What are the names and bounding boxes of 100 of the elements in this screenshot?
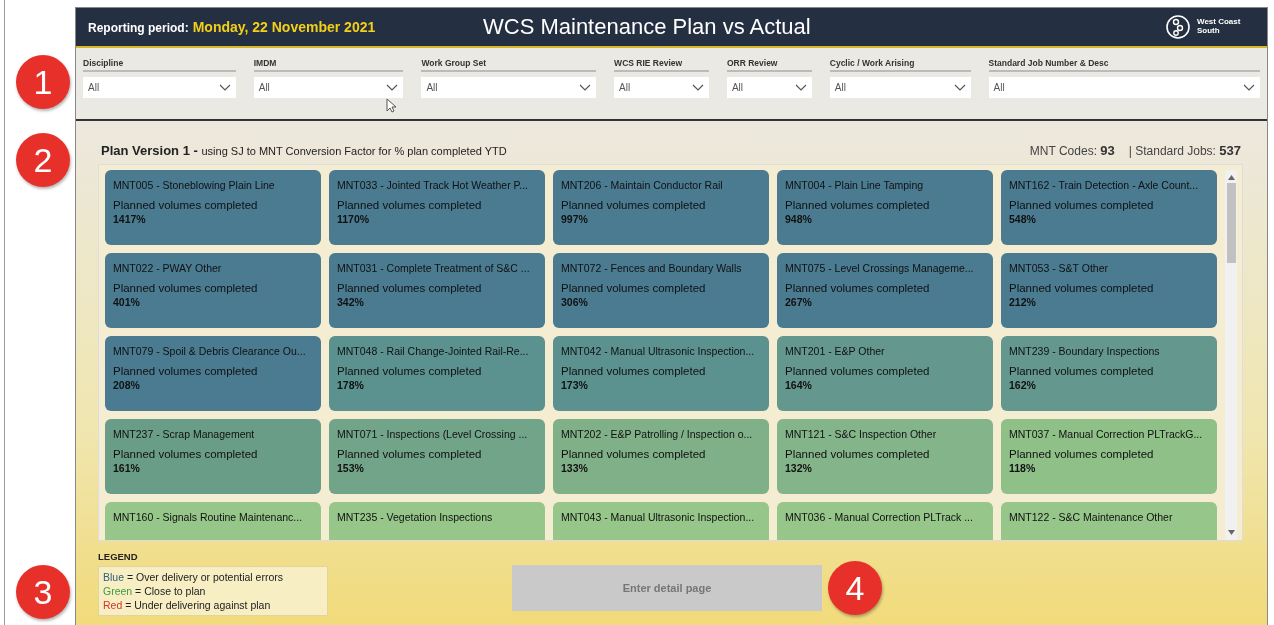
maintenance-tile[interactable]: MNT043 - Manual Ultrasonic Inspection... — [553, 502, 769, 540]
scrollbar-thumb[interactable] — [1226, 183, 1236, 263]
tile-label: Planned volumes completed — [785, 199, 931, 211]
tile-title: MNT162 - Train Detection - Axle Count... — [1009, 179, 1200, 191]
tile-label: Planned volumes completed — [561, 199, 707, 211]
tile-label: Planned volumes completed — [113, 365, 259, 377]
maintenance-tile[interactable]: MNT075 - Level Crossings Manageme... Planned volumes completed 267% — [777, 253, 993, 328]
tile-title: MNT160 - Signals Routine Maintenanc... — [113, 511, 304, 523]
tile-title: MNT036 - Manual Correction PLTrack ... — [785, 511, 974, 523]
scrollbar[interactable] — [1225, 170, 1237, 540]
maintenance-tile[interactable]: MNT004 - Plain Line Tamping Planned volumes completed 948% — [777, 170, 993, 245]
tile-title: MNT121 - S&C Inspection Other — [785, 428, 938, 440]
tile-label: Planned volumes completed — [337, 199, 483, 211]
maintenance-tile[interactable]: MNT031 - Complete Treatment of S&C ... Planned volumes completed 342% — [329, 253, 545, 328]
chevron-down-icon — [386, 84, 399, 91]
tile-label: Planned volumes completed — [785, 365, 931, 377]
maintenance-tile[interactable]: MNT033 - Jointed Track Hot Weather P... Planned volumes completed 1170% — [329, 170, 545, 245]
chevron-down-icon — [1243, 84, 1255, 91]
tile-label: Planned volumes completed — [113, 282, 259, 294]
tile-label: Planned volumes completed — [1009, 365, 1155, 377]
filter-dropdown[interactable]: All — [83, 77, 236, 98]
filter-label: Discipline — [83, 58, 236, 72]
tile-percentage: 306% — [561, 296, 589, 308]
maintenance-tile[interactable]: MNT053 - S&T Other Planned volumes completed 212% — [1001, 253, 1217, 328]
standard-jobs-count: | Standard Jobs: 537 — [1128, 143, 1241, 158]
tile-percentage: 132% — [785, 462, 813, 474]
period-date: Monday, 22 November 2021 — [192, 19, 376, 35]
tile-percentage: 1170% — [337, 213, 371, 225]
step-number-badge: 1 — [16, 55, 70, 109]
tile-title: MNT239 - Boundary Inspections — [1009, 345, 1161, 357]
maintenance-tile[interactable]: MNT160 - Signals Routine Maintenanc... — [105, 502, 321, 540]
maintenance-tile[interactable]: MNT071 - Inspections (Level Crossing ... Planned volumes completed 153% — [329, 419, 545, 494]
filter-dropdown[interactable]: All — [726, 77, 812, 98]
tile-title: MNT072 - Fences and Boundary Walls — [561, 262, 743, 274]
maintenance-tile[interactable]: MNT037 - Manual Correction PLTrackG... Planned volumes completed 118% — [1001, 419, 1217, 494]
scroll-down-icon[interactable] — [1227, 530, 1235, 535]
maintenance-tile[interactable]: MNT202 - E&P Patrolling / Inspection o... Planned volumes completed 133% — [553, 419, 769, 494]
tile-title: MNT053 - S&T Other — [1009, 262, 1109, 274]
tile-title: MNT005 - Stoneblowing Plain Line — [113, 179, 276, 191]
maintenance-tile[interactable]: MNT121 - S&C Inspection Other Planned volumes completed 132% — [777, 419, 993, 494]
tile-label: Planned volumes completed — [337, 282, 483, 294]
chevron-down-icon — [691, 84, 704, 91]
tile-label: Planned volumes completed — [1009, 199, 1155, 211]
tile-title: MNT079 - Spoil & Debris Clearance Ou... — [113, 345, 307, 357]
logo-text: West Coast South — [1197, 18, 1242, 36]
legend-entry: Blue = Over delivery or potential errors — [103, 570, 285, 584]
tile-label: Planned volumes completed — [785, 448, 931, 460]
tile-title: MNT235 - Vegetation Inspections — [337, 511, 494, 523]
plan-heading: Plan Version 1 - using SJ to MNT Conversion Factor for % plan completed YTD — [101, 143, 507, 158]
mnt-codes-count: MNT Codes: 93 — [1029, 143, 1115, 158]
filter-label: Standard Job Number & Desc — [988, 58, 1260, 72]
tile-percentage: 401% — [113, 296, 141, 308]
chevron-down-icon — [794, 84, 807, 91]
maintenance-tile[interactable]: MNT237 - Scrap Management Planned volumes completed 161% — [105, 419, 321, 494]
maintenance-tile[interactable]: MNT235 - Vegetation Inspections — [329, 502, 545, 540]
maintenance-tile[interactable]: MNT048 - Rail Change-Jointed Rail-Re... Planned volumes completed 178% — [329, 336, 545, 411]
maintenance-tile[interactable]: MNT239 - Boundary Inspections Planned volumes completed 162% — [1001, 336, 1217, 411]
filter-label: Cyclic / Work Arising — [829, 58, 971, 72]
tile-title: MNT033 - Jointed Track Hot Weather P... — [337, 179, 530, 191]
tile-percentage: 997% — [561, 213, 589, 225]
filter-label: ORR Review — [726, 58, 812, 72]
legend-entry: Green = Close to plan — [103, 584, 207, 598]
filter-dropdown[interactable]: All — [614, 77, 709, 98]
filter-dropdown[interactable]: All — [988, 77, 1260, 98]
circular-logo-icon — [1165, 14, 1191, 40]
tile-percentage: 212% — [1009, 296, 1037, 308]
maintenance-tile[interactable]: MNT005 - Stoneblowing Plain Line Planned volumes completed 1417% — [105, 170, 321, 245]
report-title: WCS Maintenance Plan vs Actual — [483, 14, 812, 40]
maintenance-tile[interactable]: MNT201 - E&P Other Planned volumes completed 164% — [777, 336, 993, 411]
maintenance-tile[interactable]: MNT036 - Manual Correction PLTrack ... — [777, 502, 993, 540]
maintenance-tile[interactable]: MNT162 - Train Detection - Axle Count... Planned volumes completed 548% — [1001, 170, 1217, 245]
maintenance-tile[interactable]: MNT079 - Spoil & Debris Clearance Ou... Planned volumes completed 208% — [105, 336, 321, 411]
maintenance-tile[interactable]: MNT206 - Maintain Conductor Rail Planned volumes completed 997% — [553, 170, 769, 245]
tile-title: MNT022 - PWAY Other — [113, 262, 223, 274]
maintenance-tile[interactable]: MNT122 - S&C Maintenance Other — [1001, 502, 1217, 540]
maintenance-tile[interactable]: MNT042 - Manual Ultrasonic Inspection... Planned volumes completed 173% — [553, 336, 769, 411]
mouse-pointer-icon — [386, 98, 397, 113]
tile-percentage: 173% — [561, 379, 589, 391]
period-label: Reporting period: — [88, 21, 189, 35]
tile-percentage: 133% — [561, 462, 589, 474]
tile-percentage: 118% — [1009, 462, 1037, 474]
tile-percentage: 267% — [785, 296, 813, 308]
filter-label: IMDM — [253, 58, 404, 72]
tile-label: Planned volumes completed — [561, 365, 707, 377]
legend-title: LEGEND — [98, 551, 139, 562]
tile-title: MNT122 - S&C Maintenance Other — [1009, 511, 1174, 523]
tile-title: MNT237 - Scrap Management — [113, 428, 256, 440]
tile-title: MNT075 - Level Crossings Manageme... — [785, 262, 975, 274]
tile-percentage: 548% — [1009, 213, 1037, 225]
filter-dropdown[interactable]: All — [253, 77, 404, 98]
tile-percentage: 161% — [113, 462, 141, 474]
maintenance-tile[interactable]: MNT022 - PWAY Other Planned volumes completed 401% — [105, 253, 321, 328]
filter-dropdown[interactable]: All — [829, 77, 971, 98]
tile-title: MNT201 - E&P Other — [785, 345, 886, 357]
filter-dropdown[interactable]: All — [421, 77, 597, 98]
scroll-up-icon[interactable] — [1227, 175, 1235, 180]
tile-title: MNT031 - Complete Treatment of S&C ... — [337, 262, 531, 274]
tile-label: Planned volumes completed — [561, 282, 707, 294]
maintenance-tile[interactable]: MNT072 - Fences and Boundary Walls Planned volumes completed 306% — [553, 253, 769, 328]
tile-percentage: 208% — [113, 379, 141, 391]
